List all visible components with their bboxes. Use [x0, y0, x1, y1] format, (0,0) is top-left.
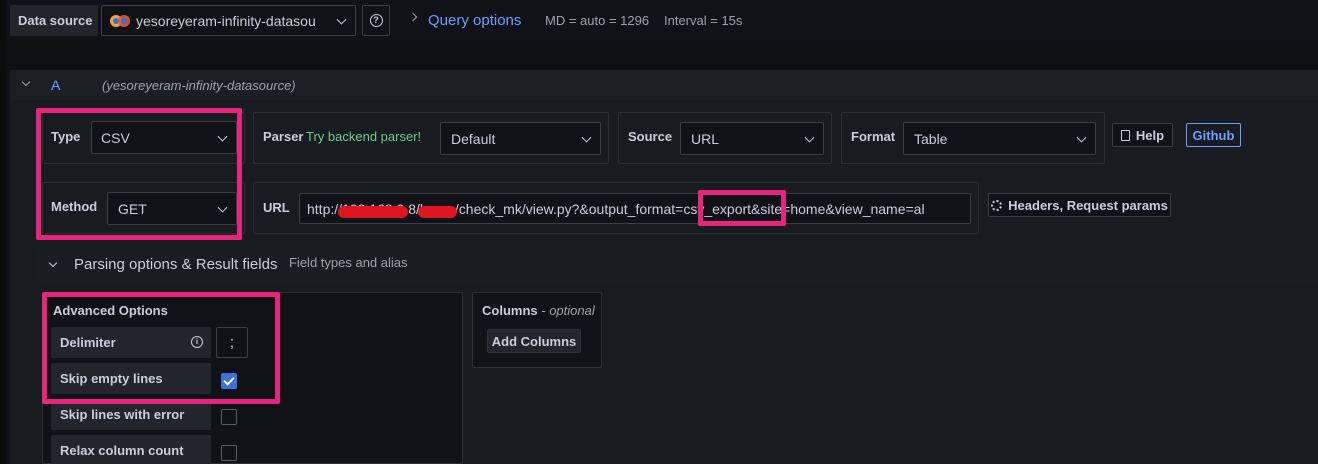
- chevron-down-icon: [581, 132, 592, 143]
- collapse-chevron-icon[interactable]: [21, 77, 31, 87]
- source-value: URL: [691, 130, 720, 147]
- url-redacted-host: 192.168.0.8: [338, 201, 416, 218]
- url-group: URL http:// 192.168.0.8 / home /check_mk…: [253, 182, 979, 234]
- document-icon: [1120, 129, 1130, 141]
- query-datasource-name: (yesoreyeram-infinity-datasource): [102, 78, 296, 93]
- parsing-options-subtitle: Field types and alias: [289, 255, 408, 270]
- parsing-options-header[interactable]: Parsing options & Result fields Field ty…: [36, 247, 1318, 283]
- help-docs-label: Help: [1135, 127, 1165, 143]
- headers-button-label: Headers, Request params: [1008, 197, 1168, 213]
- question-circle-icon: ?: [369, 14, 383, 27]
- relax-column-label-box: Relax column count: [51, 435, 211, 464]
- source-select[interactable]: URL: [680, 122, 824, 155]
- redaction-mark: [338, 205, 408, 218]
- columns-panel: Columns - optional Add Columns: [472, 292, 602, 368]
- skip-error-checkbox[interactable]: [221, 409, 237, 425]
- chevron-right-icon[interactable]: [408, 12, 418, 22]
- parsing-options-title: Parsing options & Result fields: [74, 256, 278, 273]
- url-label: URL: [263, 200, 290, 215]
- format-select[interactable]: Table: [903, 122, 1096, 155]
- parser-label: Parser: [263, 129, 304, 144]
- relax-column-label: Relax column count: [60, 443, 184, 458]
- parser-value: Default: [451, 130, 496, 147]
- query-area-gap: [6, 40, 1318, 70]
- url-input[interactable]: http:// 192.168.0.8 / home /check_mk/vie…: [299, 193, 971, 224]
- datasource-value: yesoreyeram-infinity-datasou: [136, 12, 316, 29]
- source-group: Source URL: [618, 112, 832, 164]
- query-ref-id[interactable]: A: [51, 77, 60, 93]
- headers-request-params-button[interactable]: Headers, Request params: [988, 193, 1171, 217]
- format-group: Format Table: [841, 112, 1105, 164]
- format-value: Table: [914, 130, 948, 147]
- chevron-down-icon: [804, 132, 815, 143]
- skip-error-label: Skip lines with error: [60, 407, 185, 422]
- query-options-toggle[interactable]: Query options: [428, 12, 521, 29]
- columns-optional: - optional: [541, 303, 595, 318]
- query-row-header[interactable]: A (yesoreyeram-infinity-datasource): [10, 70, 1318, 100]
- help-button[interactable]: ?: [362, 5, 390, 36]
- url-prefix: http://: [307, 200, 343, 217]
- annotation-highlight-type-method: [36, 108, 242, 240]
- datasource-label: Data source: [10, 5, 98, 36]
- query-header-bar: Data source yesoreyeram-infinity-datasou…: [6, 0, 1318, 40]
- md-info: MD = auto = 1296: [545, 13, 650, 28]
- help-docs-button[interactable]: Help: [1112, 123, 1173, 147]
- format-label: Format: [851, 129, 896, 144]
- github-link[interactable]: Github: [1186, 123, 1241, 147]
- add-columns-button[interactable]: Add Columns: [487, 329, 581, 353]
- annotation-highlight-advanced-options: [42, 292, 280, 404]
- collapse-chevron-icon[interactable]: [48, 258, 58, 268]
- url-redacted-site: home: [417, 201, 457, 218]
- gear-icon: [991, 199, 1003, 211]
- datasource-picker[interactable]: yesoreyeram-infinity-datasou: [101, 5, 356, 36]
- interval-info: Interval = 15s: [664, 13, 743, 28]
- chevron-down-icon: [336, 14, 347, 25]
- url-path: /check_mk/view.py?&output_format: [454, 200, 676, 217]
- parser-group: Parser Try backend parser! Default: [253, 112, 609, 164]
- try-backend-parser-link[interactable]: Try backend parser!: [306, 129, 421, 144]
- relax-column-checkbox[interactable]: [221, 445, 237, 461]
- columns-title: Columns - optional: [482, 303, 595, 318]
- annotation-highlight-csv-export: [698, 190, 786, 226]
- infinity-logo-icon: [110, 14, 130, 27]
- chevron-down-icon: [1076, 132, 1087, 143]
- source-label: Source: [628, 129, 673, 144]
- redaction-mark: [417, 205, 457, 218]
- parser-select[interactable]: Default: [440, 122, 601, 155]
- columns-label: Columns: [482, 303, 538, 318]
